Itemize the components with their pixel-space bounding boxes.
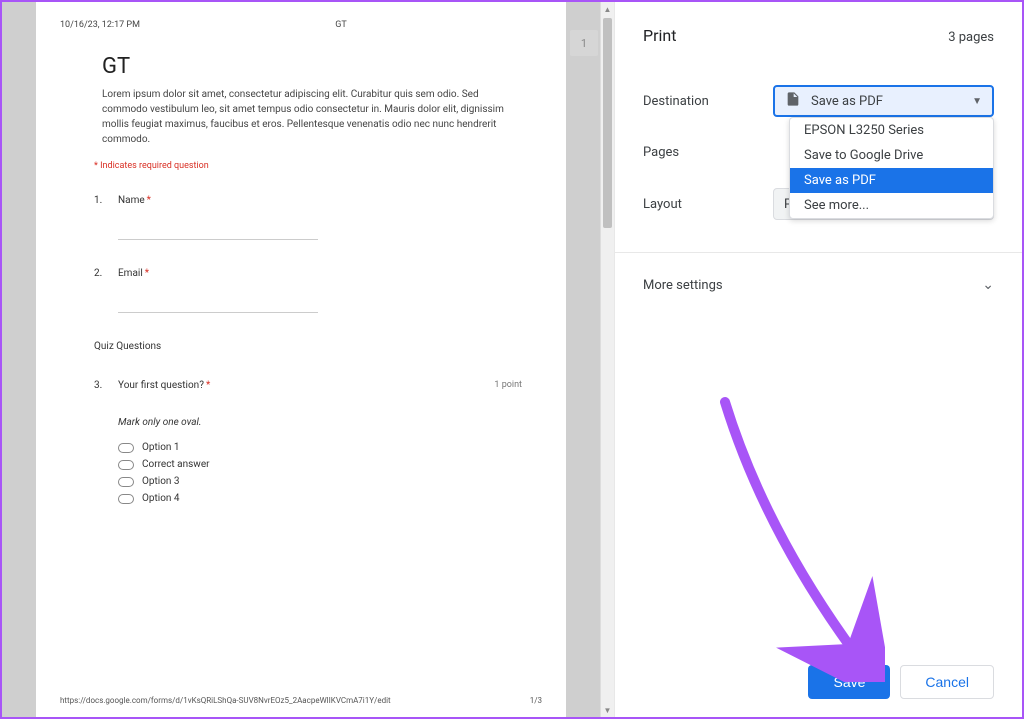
question-2: 2. Email * bbox=[94, 268, 542, 279]
page-indicator: 1 bbox=[570, 30, 598, 56]
more-settings-toggle[interactable]: More settings ⌄ bbox=[643, 273, 994, 297]
option-label: Option 4 bbox=[142, 493, 180, 504]
option-label: Correct answer bbox=[142, 459, 210, 470]
question-points: 1 point bbox=[494, 380, 522, 390]
question-instruction: Mark only one oval. bbox=[118, 417, 542, 428]
page-header: 10/16/23, 12:17 PM GT bbox=[60, 20, 542, 30]
annotation-arrow-icon bbox=[705, 392, 885, 682]
dialog-title: Print bbox=[643, 26, 676, 45]
print-dialog: Print 3 pages Destination Save as PDF ▼ … bbox=[614, 2, 1022, 717]
oval-icon bbox=[118, 477, 134, 487]
page-header-title: GT bbox=[335, 20, 347, 30]
option-row: Option 1 bbox=[118, 442, 542, 453]
question-label: Name bbox=[118, 195, 145, 206]
destination-menu: EPSON L3250 Series Save to Google Drive … bbox=[789, 117, 994, 219]
destination-option-see-more[interactable]: See more... bbox=[790, 193, 993, 218]
section-heading: Quiz Questions bbox=[94, 341, 542, 352]
option-row: Option 3 bbox=[118, 476, 542, 487]
preview-scrollbar[interactable]: ▲ ▼ bbox=[600, 2, 614, 717]
oval-icon bbox=[118, 443, 134, 453]
required-note: * Indicates required question bbox=[94, 161, 542, 171]
question-number: 2. bbox=[94, 268, 118, 279]
pages-label: Pages bbox=[643, 145, 773, 160]
destination-value: Save as PDF bbox=[811, 94, 883, 109]
destination-option-epson[interactable]: EPSON L3250 Series bbox=[790, 118, 993, 143]
footer-page-number: 1/3 bbox=[530, 696, 542, 705]
question-1: 1. Name * bbox=[94, 195, 542, 206]
option-row: Option 4 bbox=[118, 493, 542, 504]
page-count: 3 pages bbox=[948, 30, 994, 45]
divider bbox=[615, 252, 1022, 253]
save-button[interactable]: Save bbox=[808, 665, 890, 699]
option-label: Option 3 bbox=[142, 476, 180, 487]
question-label: Email bbox=[118, 268, 143, 279]
oval-icon bbox=[118, 460, 134, 470]
option-row: Correct answer bbox=[118, 459, 542, 470]
form-title: GT bbox=[102, 54, 542, 79]
page-timestamp: 10/16/23, 12:17 PM bbox=[60, 20, 140, 30]
answer-line bbox=[118, 295, 318, 313]
required-asterisk: * bbox=[145, 268, 149, 279]
destination-dropdown[interactable]: Save as PDF ▼ EPSON L3250 Series Save to… bbox=[773, 85, 994, 117]
preview-scroll-area[interactable]: 10/16/23, 12:17 PM GT GT Lorem ipsum dol… bbox=[2, 2, 600, 717]
question-label: Your first question? bbox=[118, 380, 204, 391]
preview-page-1: 10/16/23, 12:17 PM GT GT Lorem ipsum dol… bbox=[36, 2, 566, 717]
question-number: 3. bbox=[94, 380, 118, 391]
oval-icon bbox=[118, 494, 134, 504]
layout-label: Layout bbox=[643, 197, 773, 212]
destination-option-google-drive[interactable]: Save to Google Drive bbox=[790, 143, 993, 168]
print-preview-pane: 10/16/23, 12:17 PM GT GT Lorem ipsum dol… bbox=[2, 2, 614, 717]
pdf-icon bbox=[785, 91, 801, 111]
required-asterisk: * bbox=[147, 195, 151, 206]
question-number: 1. bbox=[94, 195, 118, 206]
question-3: 3. Your first question? * 1 point bbox=[94, 380, 542, 391]
chevron-down-icon: ▼ bbox=[972, 96, 982, 107]
chevron-down-icon: ⌄ bbox=[982, 277, 994, 293]
required-asterisk: * bbox=[206, 380, 210, 391]
option-label: Option 1 bbox=[142, 442, 180, 453]
answer-line bbox=[118, 222, 318, 240]
form-description: Lorem ipsum dolor sit amet, consectetur … bbox=[102, 87, 512, 147]
scroll-thumb[interactable] bbox=[603, 18, 612, 228]
more-settings-label: More settings bbox=[643, 278, 723, 293]
footer-url: https://docs.google.com/forms/d/1vKsQRiL… bbox=[60, 696, 391, 705]
page-footer: https://docs.google.com/forms/d/1vKsQRiL… bbox=[60, 690, 542, 705]
scroll-up-arrow-icon[interactable]: ▲ bbox=[601, 2, 614, 16]
destination-label: Destination bbox=[643, 94, 773, 109]
cancel-button[interactable]: Cancel bbox=[900, 665, 994, 699]
scroll-down-arrow-icon[interactable]: ▼ bbox=[601, 703, 614, 717]
destination-option-save-as-pdf[interactable]: Save as PDF bbox=[790, 168, 993, 193]
